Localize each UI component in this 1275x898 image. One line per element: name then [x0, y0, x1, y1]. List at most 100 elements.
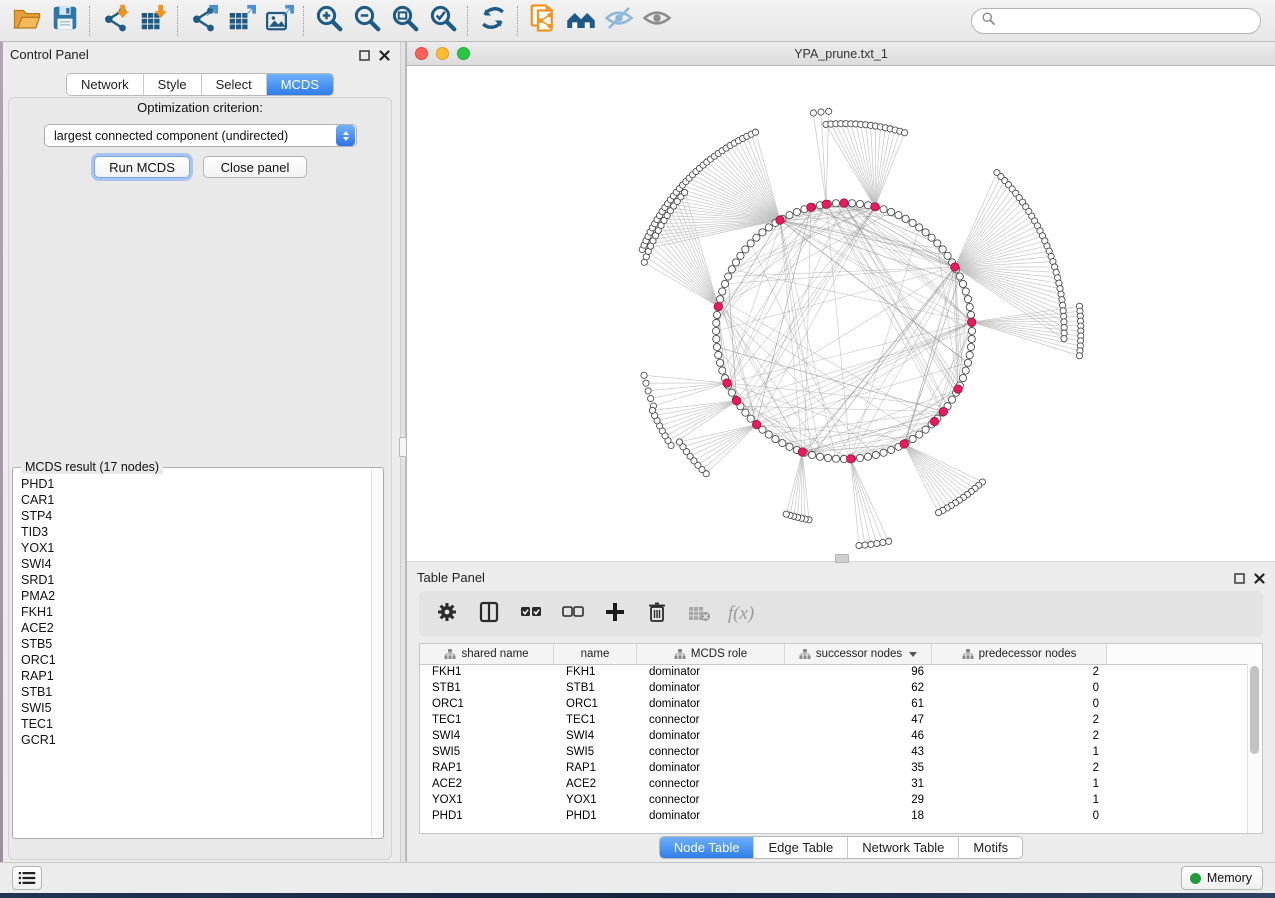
network-node[interactable] [809, 451, 816, 458]
mcds-result-item[interactable]: CAR1 [14, 492, 372, 508]
network-dominator-node[interactable] [930, 417, 938, 425]
export-network-button[interactable] [184, 4, 222, 38]
table-row[interactable]: TEC1TEC1connector472 [420, 712, 1248, 728]
network-node[interactable] [966, 303, 973, 310]
network-node[interactable] [826, 108, 832, 114]
network-node[interactable] [939, 246, 946, 253]
tab-mcds[interactable]: MCDS [266, 74, 333, 95]
network-node[interactable] [765, 431, 772, 438]
network-dominator-node[interactable] [776, 216, 784, 224]
network-node[interactable] [968, 327, 975, 334]
close-panel-icon[interactable] [379, 49, 390, 60]
network-node[interactable] [721, 280, 728, 287]
network-node[interactable] [793, 208, 800, 215]
zoom-in-button[interactable] [310, 4, 348, 38]
network-node[interactable] [832, 455, 839, 462]
network-dominator-node[interactable] [900, 440, 908, 448]
network-node[interactable] [725, 273, 732, 280]
network-dominator-node[interactable] [846, 455, 854, 463]
network-dominator-node[interactable] [967, 318, 975, 326]
mcds-result-item[interactable]: PHD1 [14, 476, 372, 492]
mcds-result-item[interactable]: STP4 [14, 508, 372, 524]
table-row[interactable]: PHD1PHD1dominator180 [420, 808, 1248, 824]
network-node[interactable] [737, 252, 744, 259]
mcds-list-scrollbar[interactable] [371, 469, 382, 837]
network-dominator-node[interactable] [951, 263, 959, 271]
network-node[interactable] [752, 129, 758, 135]
network-node[interactable] [964, 296, 971, 303]
network-node[interactable] [742, 409, 749, 416]
open-file-button[interactable] [8, 4, 46, 38]
network-node[interactable] [732, 259, 739, 266]
table-row[interactable]: ORC1ORC1dominator610 [420, 696, 1248, 712]
network-node[interactable] [728, 389, 735, 396]
criterion-dropdown[interactable]: largest connected component (undirected) [44, 124, 357, 147]
network-node[interactable] [715, 351, 722, 358]
table-row[interactable]: ACE2ACE2connector311 [420, 776, 1248, 792]
mcds-result-item[interactable]: ACE2 [14, 620, 372, 636]
network-node[interactable] [682, 189, 688, 195]
network-node[interactable] [649, 407, 655, 413]
import-network-button[interactable] [96, 4, 134, 38]
network-node[interactable] [966, 351, 973, 358]
import-table-button[interactable] [134, 4, 172, 38]
split-columns-button[interactable] [475, 600, 503, 628]
table-row[interactable]: RAP1RAP1dominator352 [420, 760, 1248, 776]
network-node[interactable] [962, 367, 969, 374]
show-all-button[interactable] [638, 4, 676, 38]
zoom-fit-button[interactable] [386, 4, 424, 38]
network-node[interactable] [909, 435, 916, 442]
network-node[interactable] [864, 453, 871, 460]
network-node[interactable] [888, 208, 895, 215]
float-panel-icon[interactable] [1234, 572, 1245, 583]
table-scrollbar-thumb[interactable] [1250, 666, 1259, 754]
network-node[interactable] [779, 440, 786, 447]
network-node[interactable] [964, 359, 971, 366]
network-node[interactable] [786, 443, 793, 450]
network-window-titlebar[interactable]: YPA_prune.txt_1 [407, 42, 1275, 66]
network-dominator-node[interactable] [939, 407, 947, 415]
network-node[interactable] [786, 212, 793, 219]
mcds-result-item[interactable]: SWI5 [14, 700, 372, 716]
mcds-result-item[interactable]: STB5 [14, 636, 372, 652]
network-node[interactable] [713, 335, 720, 342]
network-node[interactable] [944, 252, 951, 259]
search-box[interactable] [971, 8, 1261, 34]
float-panel-icon[interactable] [359, 49, 370, 60]
mcds-result-item[interactable]: YOX1 [14, 540, 372, 556]
mcds-result-item[interactable]: SWI4 [14, 556, 372, 572]
network-node[interactable] [728, 266, 735, 273]
network-node[interactable] [862, 542, 868, 548]
column-header-predecessor-nodes[interactable]: predecessor nodes [932, 644, 1107, 664]
network-node[interactable] [856, 454, 863, 461]
network-node[interactable] [916, 224, 923, 231]
network-node[interactable] [880, 206, 887, 213]
mcds-result-item[interactable]: TID3 [14, 524, 372, 540]
close-panel-icon[interactable] [1254, 572, 1265, 583]
panel-menu-button[interactable] [12, 866, 42, 890]
network-node[interactable] [909, 219, 916, 226]
network-node[interactable] [967, 343, 974, 350]
network-node[interactable] [783, 511, 789, 517]
add-row-button[interactable] [601, 600, 629, 628]
mcds-result-item[interactable]: PMA2 [14, 588, 372, 604]
export-table-button[interactable] [222, 4, 260, 38]
network-node[interactable] [648, 395, 654, 401]
first-neighbors-button[interactable] [562, 4, 600, 38]
zoom-out-button[interactable] [348, 4, 386, 38]
network-node[interactable] [676, 439, 682, 445]
network-node[interactable] [880, 449, 887, 456]
network-node[interactable] [962, 288, 969, 295]
network-node[interactable] [772, 435, 779, 442]
select-all-button[interactable] [517, 600, 545, 628]
network-node[interactable] [880, 539, 886, 545]
network-dominator-node[interactable] [840, 199, 848, 207]
network-node[interactable] [753, 234, 760, 241]
network-node[interactable] [816, 453, 823, 460]
network-node[interactable] [959, 280, 966, 287]
network-dominator-node[interactable] [723, 379, 731, 387]
delete-table-button[interactable] [685, 600, 713, 628]
column-header-MCDS-role[interactable]: MCDS role [637, 644, 785, 664]
refresh-view-button[interactable] [474, 4, 512, 38]
mcds-result-item[interactable]: STB1 [14, 684, 372, 700]
